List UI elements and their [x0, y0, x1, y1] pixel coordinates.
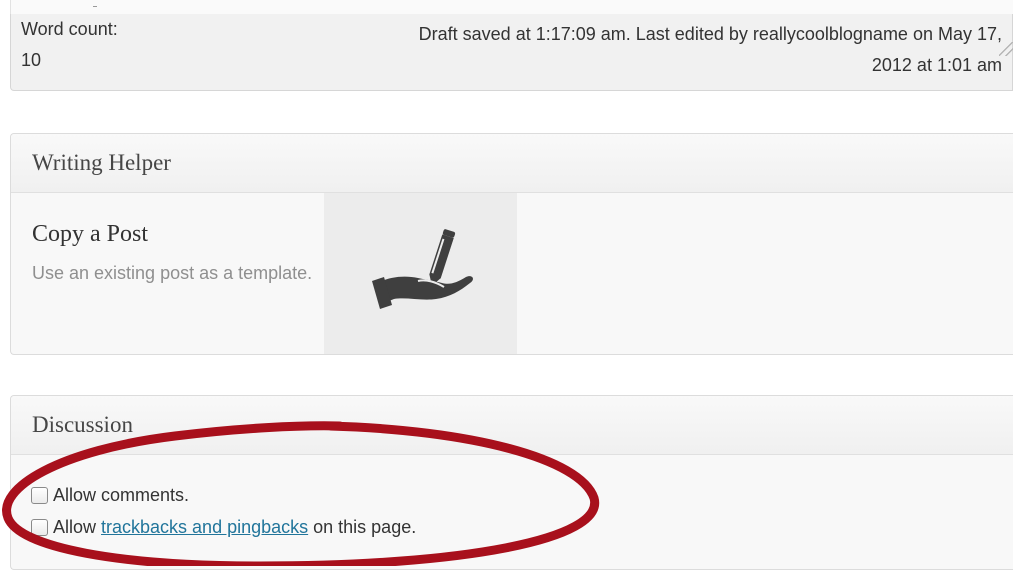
draft-status-line-2: 2012 at 1:01 am	[871, 55, 1002, 75]
draft-status-line-1: Draft saved at 1:17:09 am. Last edited b…	[418, 24, 1002, 44]
copy-post-thumbnail[interactable]	[324, 193, 517, 354]
trackbacks-prefix: Allow	[53, 517, 97, 537]
writing-helper-title[interactable]: Writing Helper	[11, 134, 1013, 193]
dash-mark	[93, 6, 97, 7]
copy-post-title[interactable]: Copy a Post	[32, 221, 148, 248]
word-count-label: Word count:	[21, 19, 118, 39]
word-count-value: 10	[21, 50, 42, 70]
writing-helper-box: Writing Helper Copy a Post Use an existi…	[10, 133, 1013, 355]
editor-bottom-edge	[10, 0, 1013, 14]
trackbacks-suffix: on this page.	[313, 517, 417, 537]
trackbacks-pingbacks-link[interactable]: trackbacks and pingbacks	[101, 515, 308, 539]
copy-post-description: Use an existing post as a template.	[32, 263, 313, 283]
allow-trackbacks-option[interactable]: Allow trackbacks and pingbacks on this p…	[31, 515, 416, 539]
allow-trackbacks-checkbox[interactable]	[31, 518, 48, 536]
editor-resize-handle[interactable]	[999, 42, 1013, 56]
allow-comments-checkbox[interactable]	[31, 486, 48, 504]
copy-post-item[interactable]: Copy a Post Use an existing post as a te…	[11, 193, 324, 354]
allow-comments-label: Allow comments.	[53, 485, 190, 505]
discussion-box: Discussion Allow comments. Allow trackba…	[10, 395, 1013, 570]
allow-comments-option[interactable]: Allow comments.	[31, 483, 189, 507]
discussion-title[interactable]: Discussion	[11, 396, 1013, 455]
draft-saved-status: Draft saved at 1:17:09 am. Last edited b…	[232, 19, 1002, 81]
hand-with-pen-icon	[372, 229, 473, 309]
